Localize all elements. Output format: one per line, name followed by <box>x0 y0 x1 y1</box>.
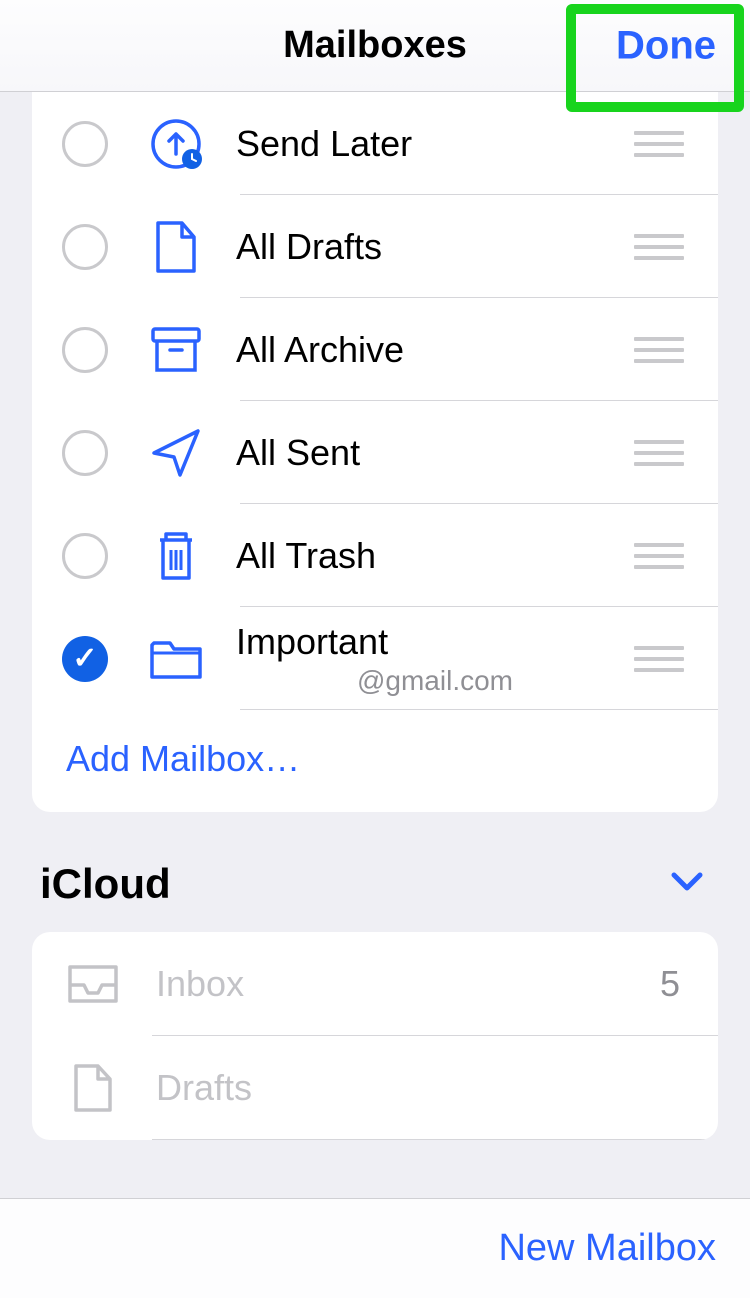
inbox-icon <box>66 963 120 1005</box>
archive-icon <box>146 326 206 374</box>
row-label: Important <box>236 621 634 663</box>
mailbox-row-send-later[interactable]: Send Later <box>32 92 718 195</box>
checkbox-unchecked[interactable] <box>62 327 108 373</box>
draft-icon <box>66 1062 120 1114</box>
account-card: Inbox 5 Drafts <box>32 932 718 1140</box>
new-mailbox-button[interactable]: New Mailbox <box>498 1227 716 1270</box>
send-later-icon <box>146 117 206 171</box>
add-mailbox-button[interactable]: Add Mailbox… <box>32 710 718 812</box>
checkbox-unchecked[interactable] <box>62 224 108 270</box>
row-label: All Archive <box>236 329 634 371</box>
page-title: Mailboxes <box>283 24 467 67</box>
account-row-inbox[interactable]: Inbox 5 <box>32 932 718 1036</box>
sent-icon <box>146 425 206 481</box>
drag-handle-icon[interactable] <box>634 440 684 466</box>
bottom-toolbar: New Mailbox <box>0 1198 750 1298</box>
checkbox-checked[interactable] <box>62 636 108 682</box>
account-title: iCloud <box>40 860 171 908</box>
mailbox-row-all-drafts[interactable]: All Drafts <box>32 195 718 298</box>
drag-handle-icon[interactable] <box>634 234 684 260</box>
done-button[interactable]: Done <box>616 23 716 68</box>
checkbox-unchecked[interactable] <box>62 533 108 579</box>
navigation-bar: Mailboxes Done <box>0 0 750 92</box>
drag-handle-icon[interactable] <box>634 131 684 157</box>
drag-handle-icon[interactable] <box>634 543 684 569</box>
row-sublabel: @gmail.com <box>357 665 513 697</box>
row-label: All Drafts <box>236 226 634 268</box>
mailbox-row-all-sent[interactable]: All Sent <box>32 401 718 504</box>
mailbox-row-all-trash[interactable]: All Trash <box>32 504 718 607</box>
chevron-down-icon <box>670 871 704 898</box>
folder-icon <box>146 637 206 681</box>
favorites-card: Send Later All Drafts <box>32 92 718 812</box>
trash-icon <box>146 528 206 584</box>
account-row-drafts[interactable]: Drafts <box>32 1036 718 1140</box>
mailbox-row-important[interactable]: Important @gmail.com <box>32 607 718 710</box>
account-section-header[interactable]: iCloud <box>32 812 718 932</box>
row-label: Drafts <box>156 1067 718 1109</box>
checkbox-unchecked[interactable] <box>62 121 108 167</box>
row-label: All Sent <box>236 432 634 474</box>
row-label: All Trash <box>236 535 634 577</box>
unread-count: 5 <box>660 963 680 1005</box>
drag-handle-icon[interactable] <box>634 646 684 672</box>
drag-handle-icon[interactable] <box>634 337 684 363</box>
row-label: Inbox <box>156 963 660 1005</box>
mailbox-row-all-archive[interactable]: All Archive <box>32 298 718 401</box>
row-label: Send Later <box>236 123 634 165</box>
checkbox-unchecked[interactable] <box>62 430 108 476</box>
draft-icon <box>146 219 206 275</box>
